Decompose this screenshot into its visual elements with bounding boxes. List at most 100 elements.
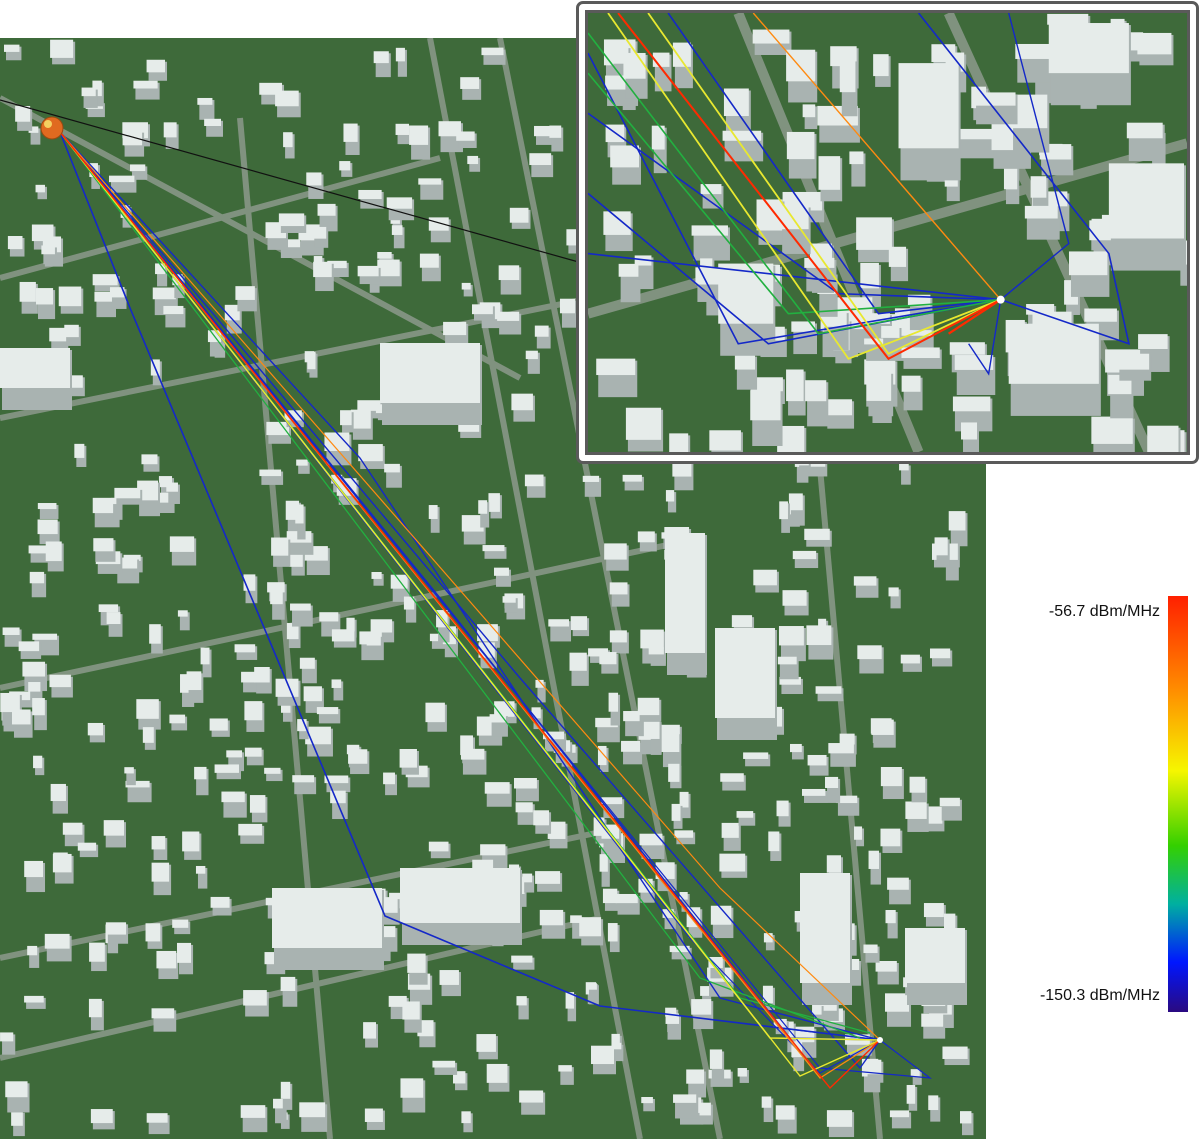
building (22, 661, 46, 677)
building (801, 788, 826, 796)
building (750, 390, 781, 421)
building (348, 749, 368, 764)
building (497, 311, 520, 321)
building (58, 286, 82, 307)
building (939, 797, 960, 807)
building (259, 469, 282, 477)
building (93, 538, 114, 552)
receiver-point (877, 1037, 883, 1043)
building (278, 213, 305, 227)
building (235, 286, 255, 300)
building (395, 47, 405, 62)
building (44, 933, 70, 949)
building (782, 590, 807, 606)
building (899, 463, 909, 471)
building (961, 422, 978, 440)
building (290, 603, 311, 611)
building (407, 953, 426, 973)
building (857, 645, 882, 660)
building (0, 348, 70, 388)
building (777, 656, 797, 665)
building (177, 610, 188, 617)
building (32, 633, 58, 640)
building (312, 226, 327, 239)
building (2, 627, 20, 635)
building (461, 1111, 471, 1124)
building (804, 257, 835, 268)
building (172, 919, 189, 928)
building (709, 1049, 723, 1069)
building (952, 396, 991, 412)
building (815, 686, 842, 694)
building (209, 718, 228, 731)
building (1091, 416, 1133, 444)
building (98, 604, 119, 613)
building (1126, 122, 1163, 139)
building (586, 983, 597, 990)
building (386, 197, 413, 209)
building (29, 571, 45, 584)
building (1030, 176, 1047, 198)
building (377, 259, 400, 277)
building (358, 444, 383, 462)
building (868, 850, 880, 869)
building (303, 686, 322, 702)
building (316, 707, 339, 715)
building (377, 252, 392, 259)
building (1068, 251, 1108, 276)
building (133, 80, 158, 89)
building (1008, 323, 1099, 384)
building (145, 923, 161, 942)
building (200, 647, 210, 665)
building (516, 996, 527, 1006)
building (49, 327, 67, 342)
building (249, 795, 266, 813)
building (1147, 425, 1179, 452)
building (812, 1004, 822, 1015)
building (204, 118, 221, 127)
building (234, 644, 256, 653)
building (722, 130, 762, 141)
building (480, 844, 506, 856)
building (399, 748, 417, 768)
building (243, 990, 267, 1006)
building (340, 410, 352, 426)
building (715, 628, 775, 718)
building (511, 955, 533, 963)
building (826, 1110, 853, 1127)
building (779, 501, 788, 520)
building (609, 582, 628, 595)
building (637, 697, 660, 716)
building (743, 752, 769, 759)
building (460, 748, 485, 760)
building (522, 873, 533, 883)
building (370, 619, 393, 633)
building (825, 399, 853, 416)
building (50, 39, 74, 58)
inset-receiver-point (996, 295, 1005, 304)
building (651, 125, 665, 150)
building (881, 326, 900, 338)
building (529, 153, 552, 166)
building (244, 747, 262, 757)
building (339, 161, 351, 171)
building (114, 487, 141, 499)
building (103, 820, 125, 836)
building (151, 862, 170, 882)
building (481, 47, 504, 56)
building (0, 692, 20, 713)
building (267, 582, 285, 593)
building (270, 591, 283, 605)
building (163, 122, 177, 138)
building (456, 131, 475, 141)
building (240, 1105, 266, 1118)
building (186, 671, 202, 691)
building (679, 791, 689, 808)
building (62, 822, 83, 835)
building (802, 104, 816, 118)
building (535, 871, 561, 884)
building (28, 545, 47, 554)
building (671, 803, 681, 821)
building (1108, 163, 1184, 239)
building (806, 625, 832, 646)
